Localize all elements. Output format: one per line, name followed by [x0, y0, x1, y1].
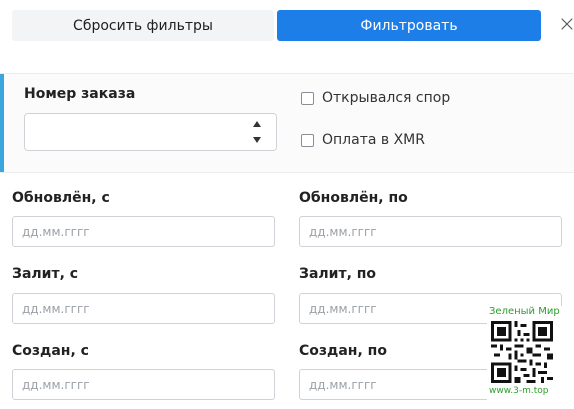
order-number-label: Номер заказа	[24, 86, 136, 102]
spin-down-icon[interactable]	[253, 137, 261, 143]
updated-to-input[interactable]: дд.мм.гггг	[299, 216, 562, 247]
created-from-input[interactable]: дд.мм.гггг	[12, 369, 275, 400]
created-from-label: Создан, с	[12, 343, 89, 359]
watermark: Зеленый Мир www.3-m.top	[487, 306, 567, 401]
close-icon[interactable]: ×	[558, 10, 574, 38]
dispute-checkbox[interactable]	[301, 91, 314, 105]
spin-up-icon[interactable]	[253, 121, 261, 127]
xmr-checkbox-row[interactable]: Оплата в XMR	[301, 132, 425, 148]
number-spinner[interactable]	[252, 121, 262, 143]
updated-to-label: Обновлён, по	[299, 190, 408, 206]
order-section: Номер заказа Открывался спор Оплата в XM…	[0, 73, 574, 173]
filled-from-label: Залит, с	[12, 266, 79, 282]
watermark-top-text: Зеленый Мир	[489, 306, 560, 317]
watermark-bottom-text: www.3-m.top	[489, 386, 549, 396]
updated-from-input[interactable]: дд.мм.гггг	[12, 216, 275, 247]
filter-panel: Сбросить фильтры Фильтровать × Номер зак…	[0, 0, 574, 409]
dispute-checkbox-row[interactable]: Открывался спор	[301, 90, 450, 106]
qr-code-icon	[491, 321, 553, 383]
order-number-input[interactable]	[24, 113, 277, 151]
created-to-label: Создан, по	[299, 343, 387, 359]
dispute-checkbox-label: Открывался спор	[322, 90, 451, 106]
xmr-checkbox[interactable]	[301, 133, 314, 147]
filled-to-label: Залит, по	[299, 266, 377, 282]
section-accent-bar	[0, 74, 4, 172]
xmr-checkbox-label: Оплата в XMR	[322, 132, 425, 148]
reset-filters-button[interactable]: Сбросить фильтры	[12, 10, 274, 41]
filled-from-input[interactable]: дд.мм.гггг	[12, 293, 275, 324]
apply-filters-button[interactable]: Фильтровать	[277, 10, 541, 41]
updated-from-label: Обновлён, с	[12, 190, 110, 206]
